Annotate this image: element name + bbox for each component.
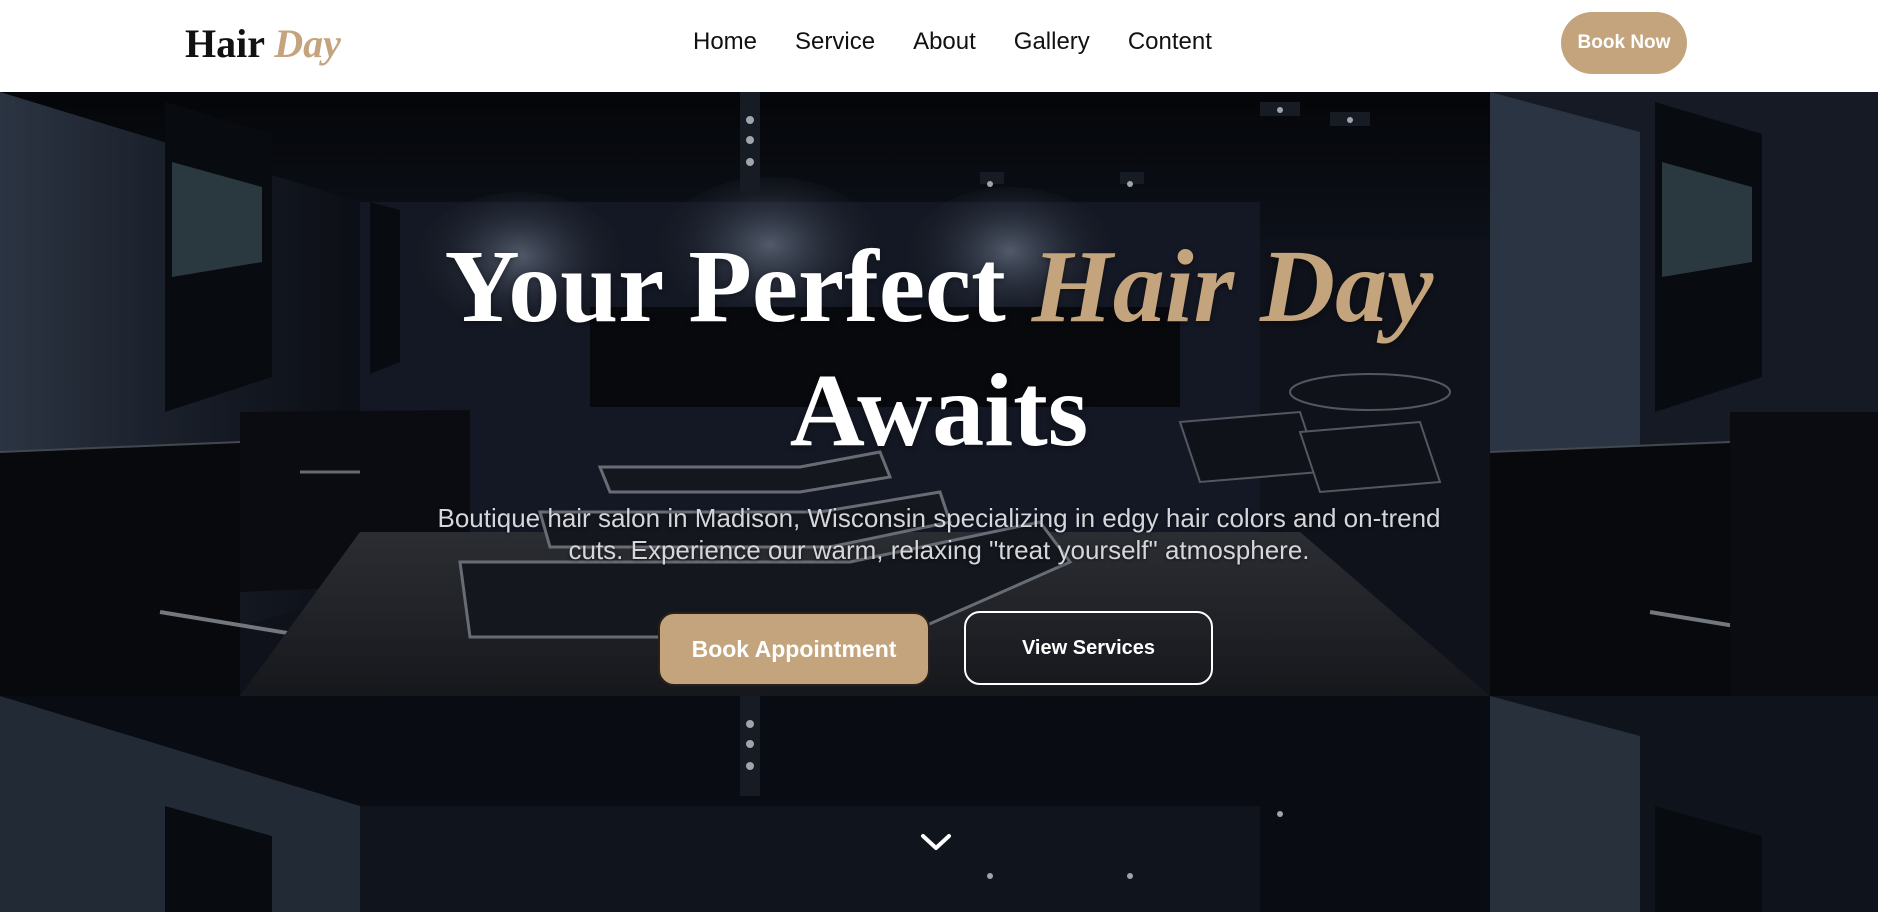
hero-subtitle: Boutique hair salon in Madison, Wisconsi… [437, 503, 1441, 565]
hero-title: Your Perfect Hair Day Awaits [330, 225, 1548, 473]
chevron-down-icon[interactable] [918, 830, 954, 854]
book-appointment-button[interactable]: Book Appointment [658, 612, 930, 686]
book-now-button[interactable]: Book Now [1561, 12, 1687, 74]
main-nav: Home Service About Gallery Content [693, 26, 1212, 58]
logo-text-main: Hair [185, 21, 265, 66]
hero-title-main: Your Perfect [444, 229, 1006, 344]
view-services-button[interactable]: View Services [964, 611, 1213, 685]
logo-text-accent: Day [274, 21, 341, 66]
salon-background-tile [0, 696, 1490, 912]
salon-background-tile [1490, 92, 1878, 696]
salon-background-tile [1490, 696, 1878, 912]
hero-title-end: Awaits [789, 353, 1089, 468]
nav-link-content[interactable]: Content [1128, 26, 1212, 58]
nav-link-gallery[interactable]: Gallery [1014, 26, 1090, 58]
hero-title-accent: Hair Day [1031, 229, 1434, 344]
nav-link-home[interactable]: Home [693, 26, 757, 58]
top-navbar: Hair Day Home Service About Gallery Cont… [0, 0, 1878, 92]
nav-link-service[interactable]: Service [795, 26, 875, 58]
brand-logo[interactable]: Hair Day [185, 20, 341, 68]
nav-link-about[interactable]: About [913, 26, 976, 58]
